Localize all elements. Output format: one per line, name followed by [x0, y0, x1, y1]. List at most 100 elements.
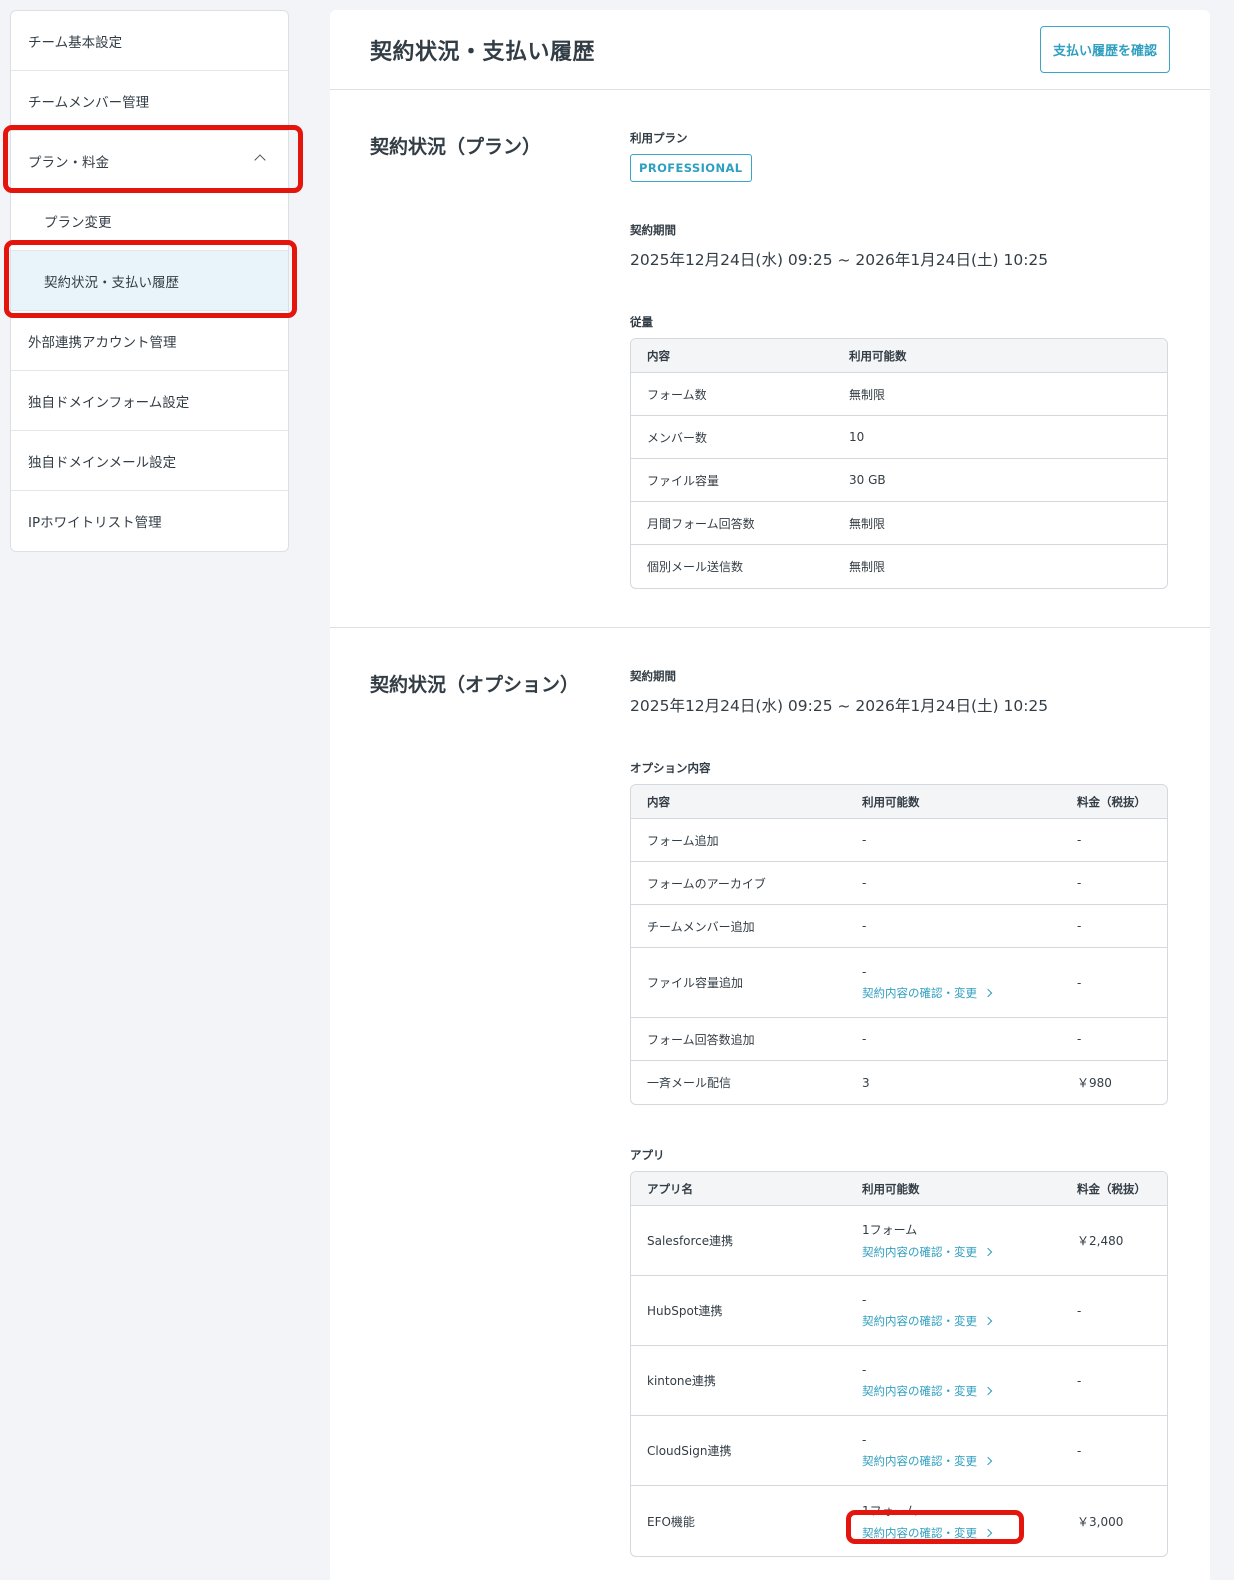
column-header: アプリ名	[631, 1172, 846, 1206]
table-row: HubSpot連携 - 契約内容の確認・変更 -	[631, 1276, 1167, 1346]
option-name: チームメンバー追加	[631, 905, 846, 948]
column-header: 内容	[631, 339, 833, 373]
usage-value: 無制限	[833, 373, 1167, 416]
sidebar-item-label: チームメンバー管理	[28, 94, 150, 111]
sidebar-item-custom-domain-mail[interactable]: 独自ドメインメール設定	[11, 431, 288, 491]
usage-value: 無制限	[849, 560, 886, 574]
app-price: ￥3,000	[1077, 1514, 1124, 1529]
option-price: -	[1061, 1018, 1167, 1061]
sidebar-item-plan-change[interactable]: プラン変更	[11, 191, 288, 251]
usage-item: 個別メール送信数	[647, 560, 744, 574]
usage-item: メンバー数	[631, 416, 833, 459]
app-qty-cell: - 契約内容の確認・変更	[846, 1416, 1061, 1486]
sidebar-item-label: 外部連携アカウント管理	[28, 334, 177, 351]
app-qty-cell: - 契約内容の確認・変更	[846, 1346, 1061, 1416]
table-header-row: 内容 利用可能数	[631, 339, 1167, 373]
table-row: 一斉メール配信 3 ￥980	[631, 1061, 1167, 1104]
option-price: ￥980	[1077, 1076, 1112, 1090]
link-label: 契約内容の確認・変更	[862, 985, 977, 1000]
contract-change-link[interactable]: 契約内容の確認・変更	[862, 1313, 993, 1329]
efo-contract-change-link[interactable]: 契約内容の確認・変更	[862, 1525, 993, 1541]
sidebar-item-label: チーム基本設定	[28, 34, 123, 51]
chevron-right-icon	[983, 1456, 993, 1465]
sidebar-item-contract-status[interactable]: 契約状況・支払い履歴	[11, 251, 288, 311]
usage-item: フォーム数	[631, 373, 833, 416]
usage-label: 従量	[630, 315, 653, 329]
payment-history-button[interactable]: 支払い履歴を確認	[1040, 26, 1170, 73]
table-row: フォーム追加 - -	[631, 819, 1167, 862]
option-qty: -	[846, 862, 1061, 905]
contract-change-link[interactable]: 契約内容の確認・変更	[862, 985, 993, 1001]
option-section-title: 契約状況（オプション）	[370, 674, 580, 696]
main-panel: 契約状況・支払い履歴 支払い履歴を確認 契約状況（プラン） 利用プラン PROF…	[330, 10, 1210, 1580]
app-qty-cell: - 契約内容の確認・変更	[846, 1276, 1061, 1346]
chevron-right-icon	[983, 1528, 993, 1537]
option-name: 一斉メール配信	[647, 1076, 732, 1090]
app-name: HubSpot連携	[631, 1276, 846, 1346]
option-price: -	[1061, 948, 1167, 1018]
usage-item: 月間フォーム回答数	[631, 502, 833, 545]
plan-period-label: 契約期間	[630, 223, 676, 237]
sidebar-item-label: プラン・料金	[28, 154, 109, 171]
table-row: Salesforce連携 1フォーム 契約内容の確認・変更 ￥2,480	[631, 1206, 1167, 1276]
table-row: フォーム回答数追加 - -	[631, 1018, 1167, 1061]
contract-change-link[interactable]: 契約内容の確認・変更	[862, 1383, 993, 1399]
app-qty-cell: 1フォーム 契約内容の確認・変更	[846, 1206, 1061, 1276]
sidebar-item-external-accounts[interactable]: 外部連携アカウント管理	[11, 311, 288, 371]
table-row: kintone連携 - 契約内容の確認・変更 -	[631, 1346, 1167, 1416]
sidebar-item-ip-whitelist[interactable]: IPホワイトリスト管理	[11, 491, 288, 551]
table-row: EFO機能 1フォーム 契約内容の確認・変更 ￥3,000	[631, 1486, 1167, 1556]
app-price: ￥2,480	[1061, 1206, 1167, 1276]
app-qty: -	[862, 1292, 867, 1307]
option-qty: 3	[862, 1075, 870, 1090]
sidebar-item-team-members[interactable]: チームメンバー管理	[11, 71, 288, 131]
option-content: 契約期間 2025年12月24日(水) 09:25 ~ 2026年1月24日(土…	[630, 628, 1170, 1557]
plan-label: 利用プラン	[630, 131, 688, 145]
option-price: -	[1061, 862, 1167, 905]
link-label: 契約内容の確認・変更	[862, 1245, 977, 1259]
chevron-right-icon	[983, 1247, 993, 1257]
option-qty: -	[846, 905, 1061, 948]
app-qty: 1フォーム	[862, 1223, 918, 1237]
table-header-row: 内容 利用可能数 料金（税抜）	[631, 785, 1167, 819]
option-period: 2025年12月24日(水) 09:25 ~ 2026年1月24日(土) 10:…	[630, 697, 1049, 715]
table-row: CloudSign連携 - 契約内容の確認・変更 -	[631, 1416, 1167, 1486]
table-row: チームメンバー追加 - -	[631, 905, 1167, 948]
contract-change-link[interactable]: 契約内容の確認・変更	[862, 1453, 993, 1469]
sidebar-item-custom-domain-form[interactable]: 独自ドメインフォーム設定	[11, 371, 288, 431]
usage-table: 内容 利用可能数 フォーム数 無制限 メンバー数 10 ファイル容量 30 GB 月間…	[630, 338, 1168, 589]
link-label: 契約内容の確認・変更	[862, 1453, 977, 1468]
option-section: 契約状況（オプション） 契約期間 2025年12月24日(水) 09:25 ~ …	[330, 628, 1210, 1557]
column-header: 料金（税抜）	[1061, 785, 1167, 819]
table-row: ファイル容量追加 - 契約内容の確認・変更 -	[631, 948, 1167, 1018]
options-label: オプション内容	[630, 761, 711, 775]
app-name: kintone連携	[631, 1346, 846, 1416]
table-row: フォームのアーカイブ - -	[631, 862, 1167, 905]
app-name: EFO機能	[647, 1514, 695, 1529]
column-header: 内容	[631, 785, 846, 819]
column-header: 料金（税抜）	[1061, 1172, 1167, 1206]
page-title: 契約状況・支払い履歴	[370, 40, 596, 65]
sidebar-item-label: 契約状況・支払い履歴	[44, 274, 179, 291]
usage-value: 無制限	[833, 502, 1167, 545]
column-header: 利用可能数	[846, 785, 1061, 819]
table-row: フォーム数 無制限	[631, 373, 1167, 416]
contract-change-link[interactable]: 契約内容の確認・変更	[862, 1244, 993, 1260]
sidebar-item-team-basic[interactable]: チーム基本設定	[11, 11, 288, 71]
table-header-row: アプリ名 利用可能数 料金（税抜）	[631, 1172, 1167, 1206]
app-name: Salesforce連携	[631, 1206, 846, 1276]
usage-item: ファイル容量	[631, 459, 833, 502]
option-price: -	[1061, 905, 1167, 948]
app-name: CloudSign連携	[631, 1416, 846, 1486]
sidebar-item-plan-pricing[interactable]: プラン・料金	[11, 131, 288, 191]
column-header: 利用可能数	[833, 339, 1167, 373]
app-price: -	[1061, 1276, 1167, 1346]
page-header: 契約状況・支払い履歴 支払い履歴を確認	[330, 10, 1210, 90]
chevron-up-icon	[254, 153, 266, 166]
usage-value: 30 GB	[833, 459, 1167, 502]
app-qty: -	[862, 1362, 867, 1377]
option-price: -	[1061, 819, 1167, 862]
table-row: 個別メール送信数 無制限	[631, 545, 1167, 588]
chevron-right-icon	[983, 1386, 993, 1395]
options-table: 内容 利用可能数 料金（税抜） フォーム追加 - - フォームのアーカイブ - …	[630, 784, 1168, 1105]
